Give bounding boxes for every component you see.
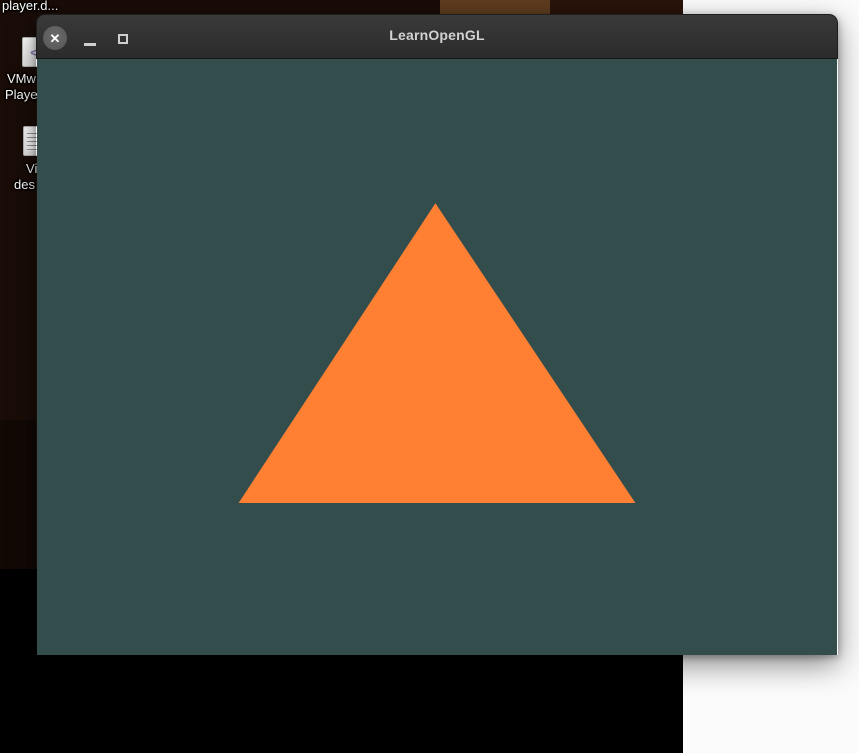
learnopengl-window: LearnOpenGL ✕ (36, 14, 838, 655)
icon-label-line[interactable]: VMw (7, 71, 36, 86)
close-icon: ✕ (49, 30, 61, 46)
window-title: LearnOpenGL (389, 27, 485, 43)
close-button[interactable]: ✕ (43, 26, 67, 50)
icon-label-line[interactable]: Playe (5, 87, 38, 102)
opengl-viewport (37, 59, 837, 655)
wallpaper-patch (0, 420, 36, 569)
titlebar[interactable]: LearnOpenGL ✕ (36, 14, 838, 59)
desktop-icon-label-truncated[interactable]: player.d... (2, 0, 58, 13)
icon-label-line[interactable]: des (14, 177, 35, 192)
hello-triangle (238, 203, 636, 504)
minimize-button[interactable] (84, 43, 96, 46)
maximize-button[interactable] (118, 34, 128, 44)
